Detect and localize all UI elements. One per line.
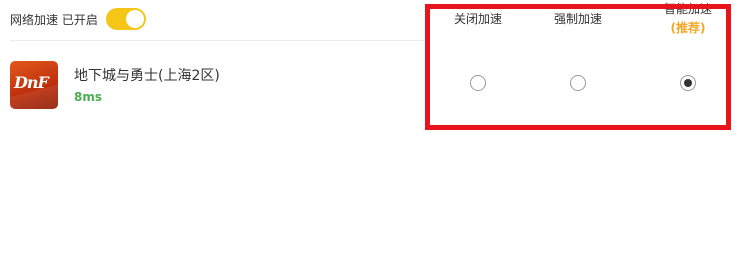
radio-selected-dot [684,79,692,87]
mode-recommend-tag: (推荐) [670,21,706,35]
toggle-knob [125,10,144,28]
game-latency: 8ms [74,89,102,104]
mode-radio-force[interactable] [570,75,586,91]
game-info: 地下城与勇士(上海2区) 8ms [74,67,220,104]
dnf-game-icon: DnF [10,61,58,109]
mode-option-off: 关闭加速 [428,0,528,128]
header-divider [10,40,428,41]
mode-option-force: 强制加速 [528,0,628,128]
dnf-logo-text: DnF [14,73,49,92]
acceleration-mode-panel: 关闭加速 强制加速 智能加速 (推荐) [428,0,728,128]
mode-radio-smart[interactable] [680,75,696,91]
game-name: 地下城与勇士(上海2区) [74,67,220,84]
acceleration-status-label: 网络加速 已开启 [10,12,98,27]
mode-option-smart: 智能加速 (推荐) [638,0,738,128]
acceleration-status-row: 网络加速 已开启 [10,8,146,30]
mode-label-force: 强制加速 [553,12,602,26]
acceleration-toggle[interactable] [105,8,146,30]
mode-label-smart: 智能加速 [663,2,712,16]
game-row: DnF 地下城与勇士(上海2区) 8ms [10,60,220,110]
mode-radio-off[interactable] [470,75,486,91]
mode-label-off: 关闭加速 [453,12,502,26]
